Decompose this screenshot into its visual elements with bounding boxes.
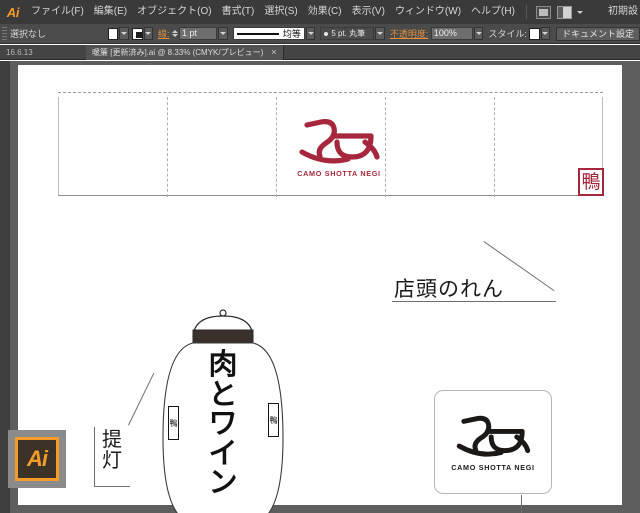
noren-label: 店頭のれん	[394, 277, 504, 301]
stroke-profile-preview-icon	[236, 32, 279, 35]
version-label: 16.6.13	[6, 47, 33, 57]
fill-color-swatch[interactable]	[108, 27, 119, 40]
opacity-dropdown[interactable]	[473, 27, 484, 40]
opacity-label[interactable]: 不透明度:	[390, 27, 429, 40]
document-setup-button[interactable]: ドキュメント設定	[555, 26, 640, 41]
stroke-weight-dropdown[interactable]	[218, 27, 228, 40]
lantern-char: ワ	[208, 406, 238, 441]
stroke-profile-dropdown[interactable]	[305, 27, 316, 40]
brush-dropdown[interactable]	[375, 27, 385, 40]
lantern-label-char: 提灯	[102, 427, 122, 472]
close-icon[interactable]: ×	[271, 47, 276, 57]
duck-bowl-logo-icon	[456, 415, 531, 457]
document-tab[interactable]: 暖簾 [更新済み].ai @ 8.33% (CMYK/プレビュー) ×	[86, 44, 284, 60]
lantern-char: イ	[208, 435, 238, 470]
canvas-area[interactable]: CAMO SHOTTA NEGI 鴨 店頭のれん 肉 と ワ イ ン 鴨 鴨 提…	[0, 61, 640, 513]
coaster-leader-line	[521, 495, 522, 513]
menu-effect[interactable]: 効果(C)	[303, 0, 347, 24]
app-dock-icon-background: Ai	[8, 430, 66, 488]
control-panel: 選択なし 線: 1 pt 均等 5 pt. 丸筆 不透明度: 100% スタイル…	[0, 24, 640, 44]
brand-stamp-icon: 鴨	[578, 168, 604, 196]
lantern-text: 肉 と ワ イ ン	[203, 347, 243, 500]
illustrator-dock-icon[interactable]: Ai	[15, 437, 59, 481]
bridge-icon[interactable]	[535, 5, 551, 19]
coaster-artwork[interactable]: CAMO SHOTTA NEGI	[434, 390, 552, 494]
menu-type[interactable]: 書式(T)	[217, 0, 260, 24]
arrange-documents-icon[interactable]	[556, 5, 572, 19]
lantern-char: と	[208, 376, 238, 411]
stroke-profile-label: 均等	[282, 29, 301, 39]
lantern-label: 提灯	[98, 429, 126, 471]
menu-window[interactable]: ウィンドウ(W)	[390, 0, 466, 24]
lantern-char: 肉	[208, 347, 238, 381]
stroke-weight-label[interactable]: 線:	[158, 27, 170, 40]
artboard[interactable]: CAMO SHOTTA NEGI 鴨 店頭のれん 肉 と ワ イ ン 鴨 鴨 提…	[18, 65, 622, 513]
workspace-switcher[interactable]: 初期設	[608, 0, 640, 24]
menu-view[interactable]: 表示(V)	[347, 0, 390, 24]
noren-logo: CAMO SHOTTA NEGI	[284, 115, 394, 187]
noren-panel-split	[494, 97, 495, 197]
menu-divider	[525, 5, 527, 19]
noren-panel-split	[167, 97, 168, 197]
menu-select[interactable]: 選択(S)	[259, 0, 302, 24]
illustrator-window: Ai ファイル(F) 編集(E) オブジェクト(O) 書式(T) 選択(S) 効…	[0, 0, 640, 513]
lantern-side-stamp-left: 鴨	[168, 406, 179, 440]
coaster-wordmark: CAMO SHOTTA NEGI	[451, 463, 535, 472]
graphic-style-dropdown[interactable]	[540, 27, 551, 40]
noren-label-underline	[392, 301, 556, 302]
graphic-style-swatch[interactable]	[529, 27, 540, 40]
menu-edit[interactable]: 編集(E)	[89, 0, 132, 24]
stroke-profile-select[interactable]: 均等	[232, 27, 305, 40]
menu-help[interactable]: ヘルプ(H)	[466, 0, 520, 24]
brush-label: 5 pt. 丸筆	[331, 29, 366, 38]
lantern-artwork[interactable]: 肉 と ワ イ ン 鴨 鴨	[155, 308, 291, 513]
brush-preview-icon	[324, 31, 329, 36]
stroke-color-swatch[interactable]	[132, 27, 143, 40]
lantern-char: ン	[208, 465, 238, 500]
panel-grip-handle[interactable]	[2, 26, 7, 41]
noren-panel-split	[276, 97, 277, 197]
lantern-side-stamp-right: 鴨	[268, 403, 279, 437]
document-tab-bar: 16.6.13 暖簾 [更新済み].ai @ 8.33% (CMYK/プレビュー…	[0, 44, 640, 60]
duck-bowl-logo-icon	[299, 119, 380, 164]
document-tab-title: 暖簾 [更新済み].ai @ 8.33% (CMYK/プレビュー)	[92, 47, 264, 57]
brush-definition-select[interactable]: 5 pt. 丸筆	[320, 27, 375, 40]
app-logo-icon: Ai	[6, 4, 20, 20]
stroke-weight-input[interactable]: 1 pt	[179, 27, 218, 40]
selection-status-label: 選択なし	[9, 29, 46, 39]
opacity-input[interactable]: 100%	[430, 27, 473, 40]
stroke-swatch-dropdown[interactable]	[143, 27, 154, 40]
menu-bar: Ai ファイル(F) 編集(E) オブジェクト(O) 書式(T) 選択(S) 効…	[0, 0, 640, 24]
noren-wordmark: CAMO SHOTTA NEGI	[297, 169, 381, 178]
noren-artwork[interactable]: CAMO SHOTTA NEGI 鴨	[58, 92, 604, 197]
stroke-weight-stepper[interactable]	[172, 27, 179, 40]
graphic-style-label: スタイル:	[488, 29, 527, 39]
lantern-leader-line	[128, 372, 155, 426]
fill-swatch-dropdown[interactable]	[119, 27, 129, 40]
noren-top-guide	[58, 92, 603, 93]
menu-file[interactable]: ファイル(F)	[26, 0, 89, 24]
chevron-down-icon[interactable]	[576, 10, 583, 14]
menu-object[interactable]: オブジェクト(O)	[132, 0, 216, 24]
